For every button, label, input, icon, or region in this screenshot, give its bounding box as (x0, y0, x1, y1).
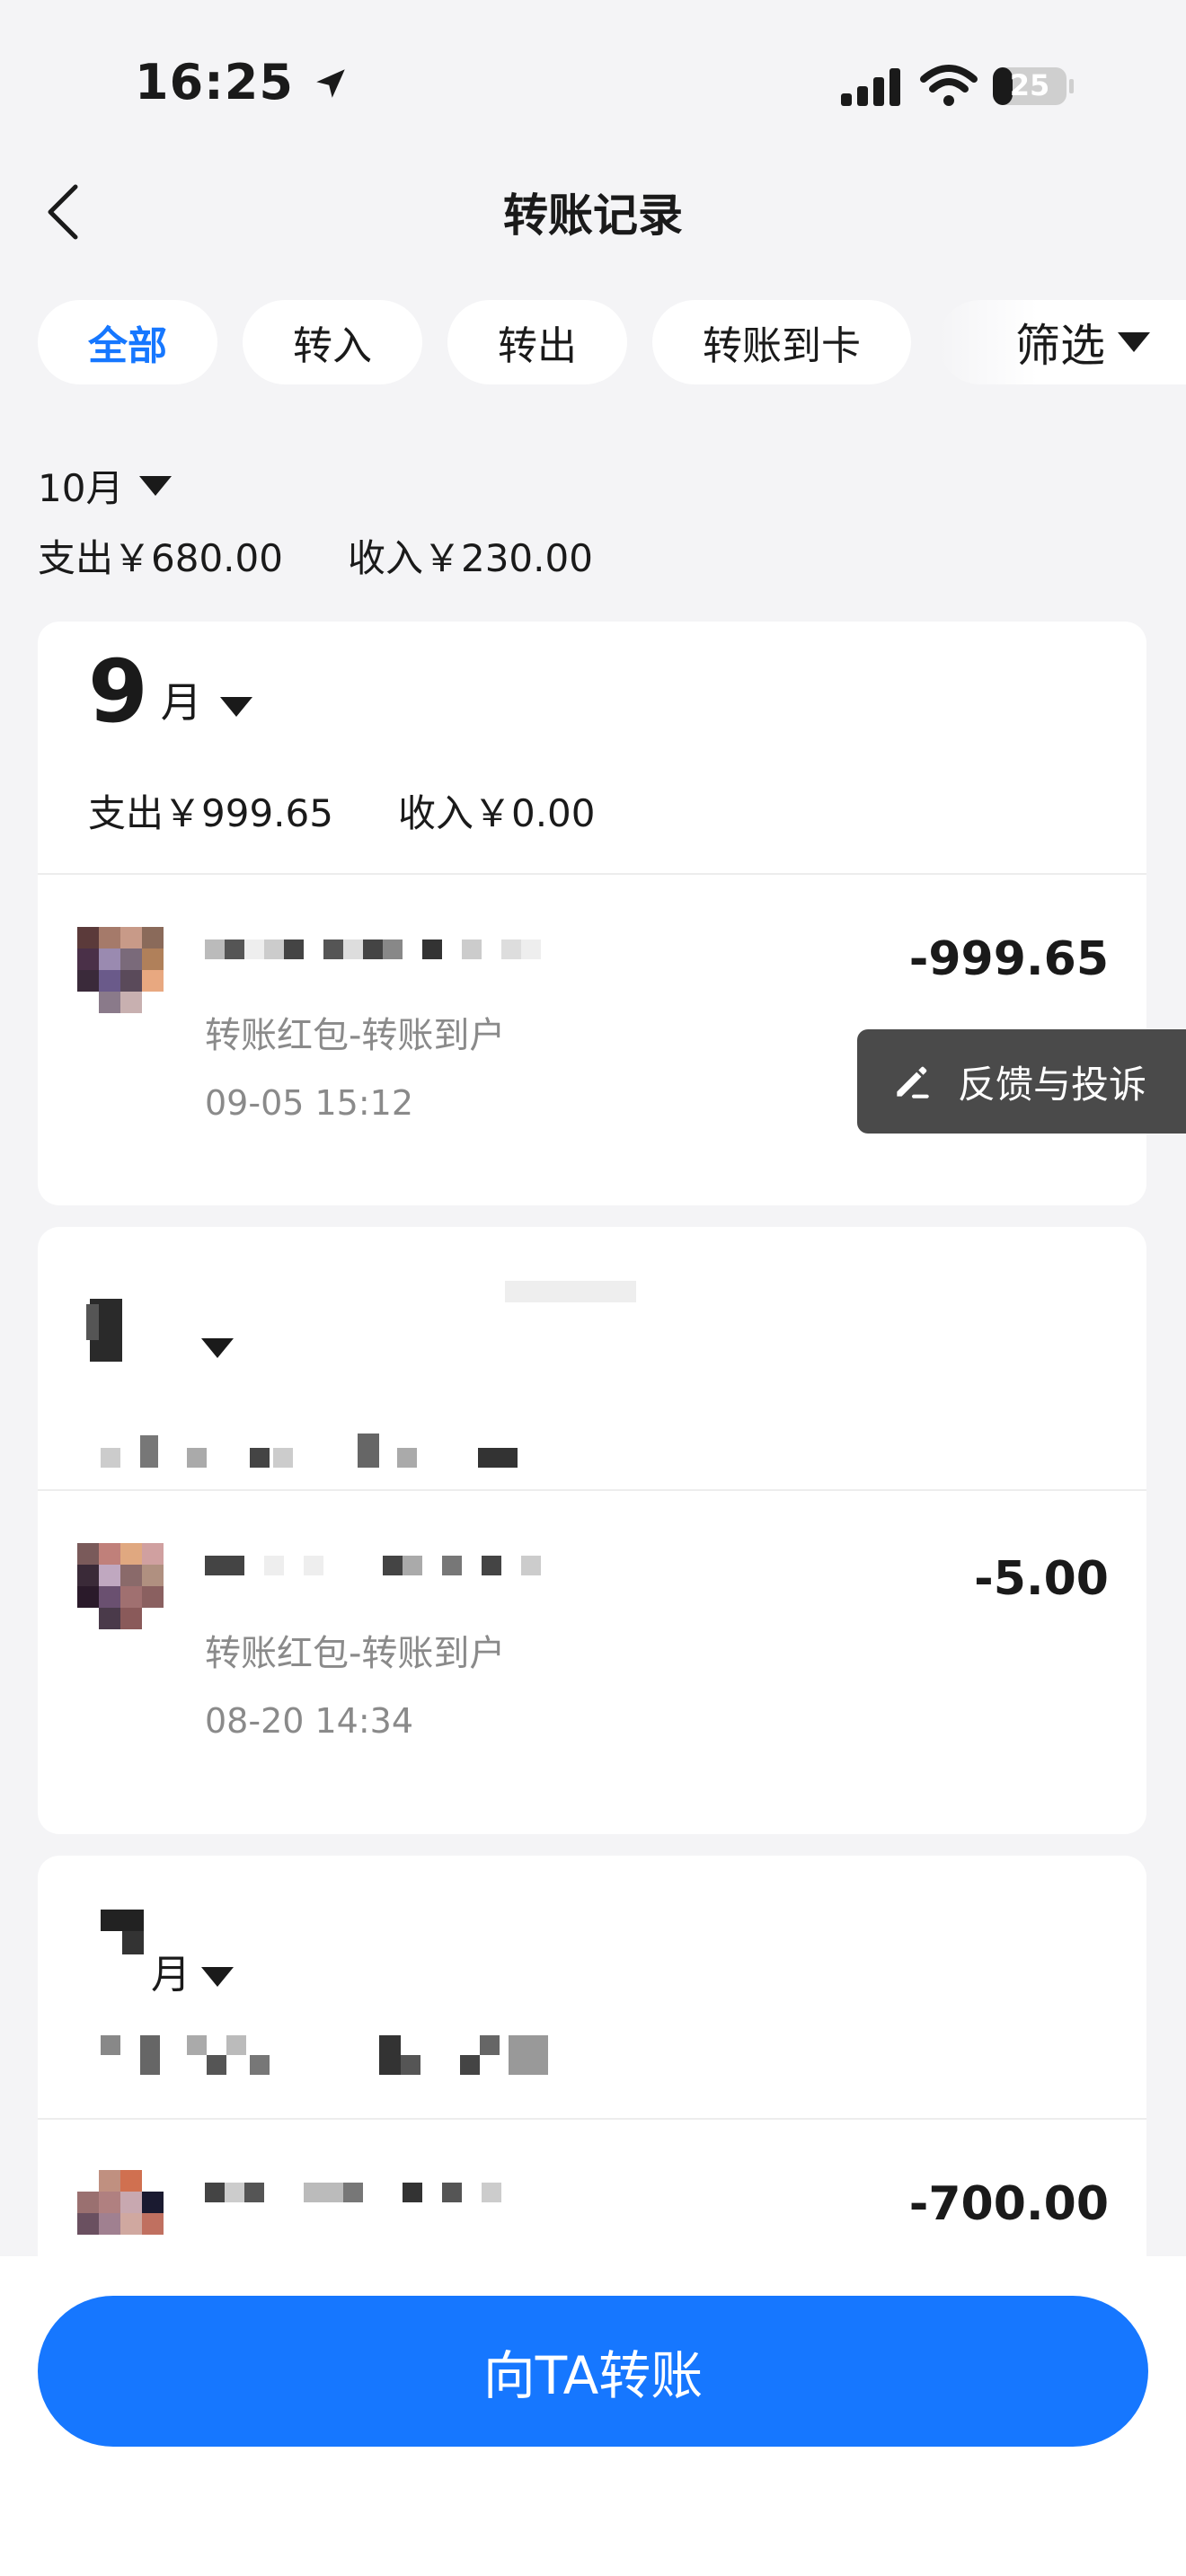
filter-label: 筛选 (1015, 320, 1105, 372)
caret-down-icon (139, 475, 173, 496)
month-summary-september: 支出￥999.65 收入￥0.00 (88, 783, 596, 838)
month-unit: 月 (151, 1952, 190, 1998)
status-time: 16:25 (135, 54, 350, 110)
battery-indicator: 25 (992, 66, 1075, 106)
caret-down-icon (1118, 332, 1150, 352)
record-description: 转账红包-转账到户 (205, 1015, 506, 1056)
record-date: 09-05 15:12 (205, 1083, 414, 1123)
payee-name-redacted (205, 1543, 561, 1588)
avatar (77, 927, 164, 1013)
wifi-icon (920, 65, 978, 106)
divider (38, 873, 1146, 875)
tab-incoming[interactable]: 转入 (243, 300, 422, 384)
status-time-text: 16:25 (135, 54, 294, 110)
avatar (77, 1543, 164, 1629)
income-total: 收入￥0.00 (397, 791, 596, 835)
record-description: 转账红包-转账到户 (205, 1633, 506, 1674)
transfer-to-user-button[interactable]: 向TA转账 (38, 2296, 1148, 2447)
caret-down-icon (219, 697, 252, 717)
tab-outgoing[interactable]: 转出 (447, 300, 627, 384)
divider (38, 2118, 1146, 2120)
payee-name-redacted (205, 2170, 521, 2215)
filter-button[interactable]: 筛选 (938, 300, 1186, 384)
transfer-list[interactable]: 9 月 支出￥999.65 收入￥0.00 转账红包-转账到户 09-05 15… (0, 622, 1186, 2256)
caret-down-icon (201, 1338, 234, 1358)
edit-pencil-icon (897, 1066, 929, 1098)
expense-total: 支出￥680.00 (38, 536, 283, 580)
feedback-button[interactable]: 反馈与投诉 (857, 1029, 1186, 1134)
avatar (77, 2170, 164, 2256)
tab-to-card[interactable]: 转账到卡 (652, 300, 911, 384)
feedback-label: 反馈与投诉 (958, 1062, 1147, 1107)
record-date: 08-20 14:34 (205, 1701, 414, 1741)
divider (38, 1489, 1146, 1491)
record-amount: -700.00 (908, 2177, 1109, 2231)
location-arrow-icon (315, 69, 345, 98)
expense-total: 支出￥999.65 (88, 791, 333, 835)
filter-tabs: 全部 转入 转出 转账到卡 (38, 300, 911, 384)
month-selector[interactable]: 10月 (38, 458, 173, 513)
month-unit: 月 (160, 678, 202, 727)
payee-name-redacted (205, 927, 561, 972)
month-number: 9 (88, 641, 148, 742)
record-amount: -999.65 (908, 932, 1109, 986)
tab-all[interactable]: 全部 (38, 300, 217, 384)
income-total: 收入￥230.00 (347, 536, 593, 580)
month-selector-september[interactable]: 9 月 (88, 648, 252, 735)
month-label: 10月 (38, 466, 124, 510)
caret-down-icon (201, 1967, 234, 1987)
record-amount: -5.00 (974, 1552, 1109, 1606)
month-card-july: 月 -700.00 (38, 1856, 1146, 2256)
month-summary: 支出￥680.00 收入￥230.00 (38, 528, 593, 583)
month-card-august: 转账红包-转账到户 08-20 14:34 -5.00 (38, 1227, 1146, 1834)
cellular-signal-icon (841, 68, 900, 106)
page-title: 转账记录 (503, 190, 683, 242)
battery-level: 25 (1009, 68, 1050, 102)
